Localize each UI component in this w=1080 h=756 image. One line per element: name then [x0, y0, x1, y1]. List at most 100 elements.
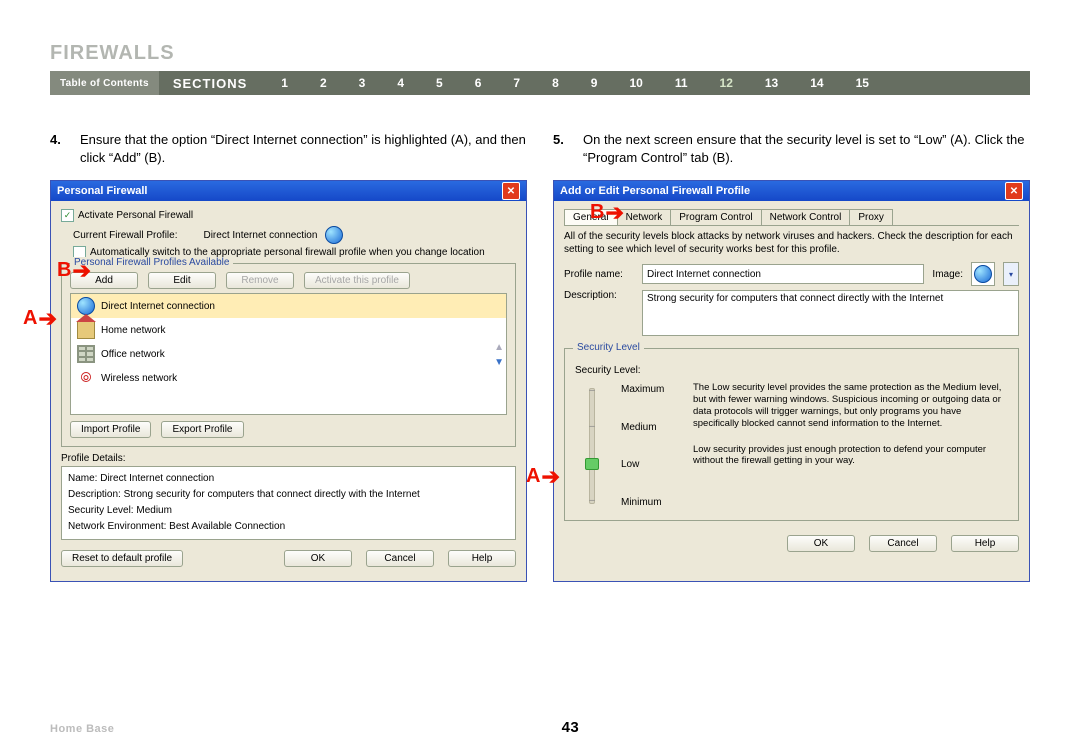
section-2[interactable]: 2: [304, 76, 343, 90]
step-4-number: 4.: [50, 131, 80, 166]
help-button[interactable]: Help: [448, 550, 516, 567]
level-low: Low: [621, 459, 681, 470]
section-7[interactable]: 7: [497, 76, 536, 90]
section-11[interactable]: 11: [659, 76, 704, 90]
level-desc-low: Low security provides just enough protec…: [693, 444, 1008, 468]
profile-name-label: Profile name:: [564, 269, 634, 280]
security-level-label: Security Level:: [575, 365, 1008, 376]
add-button[interactable]: Add: [70, 272, 138, 289]
list-item-label: Direct Internet connection: [101, 301, 215, 312]
profiles-legend: Personal Firewall Profiles Available: [70, 257, 233, 268]
list-item-home[interactable]: Home network: [71, 318, 506, 342]
toc-link[interactable]: Table of Contents: [50, 71, 159, 95]
scroll-arrows[interactable]: ▲▼: [494, 342, 504, 368]
tab-network[interactable]: Network: [617, 209, 672, 225]
level-maximum: Maximum: [621, 384, 681, 395]
edit-button[interactable]: Edit: [148, 272, 216, 289]
section-6[interactable]: 6: [459, 76, 498, 90]
security-slider[interactable]: – – –: [575, 382, 609, 510]
section-8[interactable]: 8: [536, 76, 575, 90]
reset-button[interactable]: Reset to default profile: [61, 550, 183, 567]
house-icon: [77, 321, 95, 339]
section-1[interactable]: 1: [265, 76, 304, 90]
detail-env: Network Environment: Best Available Conn…: [68, 519, 509, 535]
list-item-label: Home network: [101, 325, 165, 336]
level-medium: Medium: [621, 422, 681, 433]
ok-button[interactable]: OK: [787, 535, 855, 552]
profile-details: Name: Direct Internet connection Descrip…: [61, 466, 516, 540]
step-4-text: Ensure that the option “Direct Internet …: [80, 131, 527, 166]
detail-name: Name: Direct Internet connection: [68, 471, 509, 487]
profiles-fieldset: Personal Firewall Profiles Available Add…: [61, 263, 516, 447]
level-desc-upper: The Low security level provides the same…: [693, 382, 1008, 430]
tab-bar: General Network Program Control Network …: [564, 209, 1019, 226]
list-item-office[interactable]: Office network: [71, 342, 506, 366]
profile-details-label: Profile Details:: [61, 453, 516, 464]
ok-button[interactable]: OK: [284, 550, 352, 567]
remove-button: Remove: [226, 272, 294, 289]
tab-program-control[interactable]: Program Control: [670, 209, 761, 225]
section-bar: Table of Contents SECTIONS 1 2 3 4 5 6 7…: [50, 71, 1030, 95]
tab-general[interactable]: General: [564, 209, 618, 225]
footer-brand: Home Base: [50, 723, 114, 735]
checkbox-icon: ✓: [61, 209, 74, 222]
profile-list[interactable]: Direct Internet connection Home network …: [70, 293, 507, 415]
page-footer: Home Base 43 .: [50, 719, 1030, 736]
globe-icon: [325, 226, 343, 244]
section-10[interactable]: 10: [613, 76, 658, 90]
cancel-button[interactable]: Cancel: [366, 550, 434, 567]
section-3[interactable]: 3: [343, 76, 382, 90]
section-14[interactable]: 14: [794, 76, 839, 90]
help-button[interactable]: Help: [951, 535, 1019, 552]
screenshot-2: Add or Edit Personal Firewall Profile ✕ …: [553, 180, 1030, 582]
current-profile-label: Current Firewall Profile:: [73, 230, 177, 241]
step-5-text: On the next screen ensure that the secur…: [583, 131, 1030, 166]
wifi-icon: ⦾: [78, 370, 94, 386]
cancel-button[interactable]: Cancel: [869, 535, 937, 552]
export-profile-button[interactable]: Export Profile: [161, 421, 243, 438]
slider-thumb-icon: [585, 458, 599, 470]
list-item-wireless[interactable]: ⦾ Wireless network: [71, 366, 506, 390]
activate-profile-button: Activate this profile: [304, 272, 410, 289]
section-15[interactable]: 15: [840, 76, 885, 90]
window-title: Add or Edit Personal Firewall Profile: [560, 185, 750, 197]
section-13[interactable]: 13: [749, 76, 794, 90]
profile-name-input[interactable]: Direct Internet connection: [642, 264, 924, 284]
tab-proxy[interactable]: Proxy: [849, 209, 893, 225]
description-input[interactable]: Strong security for computers that conne…: [642, 290, 1019, 336]
image-selector[interactable]: [971, 262, 995, 286]
page-title: FIREWALLS: [50, 42, 1030, 65]
screenshot-1: Personal Firewall ✕ ✓ Activate Personal …: [50, 180, 527, 582]
step-5-number: 5.: [553, 131, 583, 166]
list-item-label: Office network: [101, 349, 165, 360]
security-level-legend: Security Level: [573, 342, 644, 353]
level-minimum: Minimum: [621, 497, 681, 508]
globe-icon: [77, 297, 95, 315]
activate-checkbox[interactable]: ✓ Activate Personal Firewall: [61, 209, 516, 222]
image-label: Image:: [932, 269, 963, 280]
tab-network-control[interactable]: Network Control: [761, 209, 851, 225]
close-icon[interactable]: ✕: [1005, 182, 1023, 200]
section-4[interactable]: 4: [381, 76, 420, 90]
office-icon: [77, 345, 95, 363]
sections-label: SECTIONS: [159, 76, 265, 91]
section-5[interactable]: 5: [420, 76, 459, 90]
step-5: 5. On the next screen ensure that the se…: [553, 131, 1030, 166]
list-item-direct[interactable]: Direct Internet connection: [71, 294, 506, 318]
close-icon[interactable]: ✕: [502, 182, 520, 200]
image-dropdown[interactable]: ▾: [1003, 262, 1019, 286]
description-label: Description:: [564, 290, 634, 301]
section-12[interactable]: 12: [704, 76, 749, 90]
step-4: 4. Ensure that the option “Direct Intern…: [50, 131, 527, 166]
window-title: Personal Firewall: [57, 185, 147, 197]
detail-desc: Description: Strong security for compute…: [68, 487, 509, 503]
window-titlebar: Add or Edit Personal Firewall Profile ✕: [554, 181, 1029, 201]
window-titlebar: Personal Firewall ✕: [51, 181, 526, 201]
list-item-label: Wireless network: [101, 373, 177, 384]
current-profile-value: Direct Internet connection: [203, 230, 317, 241]
section-9[interactable]: 9: [575, 76, 614, 90]
import-profile-button[interactable]: Import Profile: [70, 421, 151, 438]
security-note: All of the security levels block attacks…: [564, 230, 1019, 256]
page-number: 43: [562, 719, 580, 736]
security-level-fieldset: Security Level Security Level: – – – Max…: [564, 348, 1019, 521]
